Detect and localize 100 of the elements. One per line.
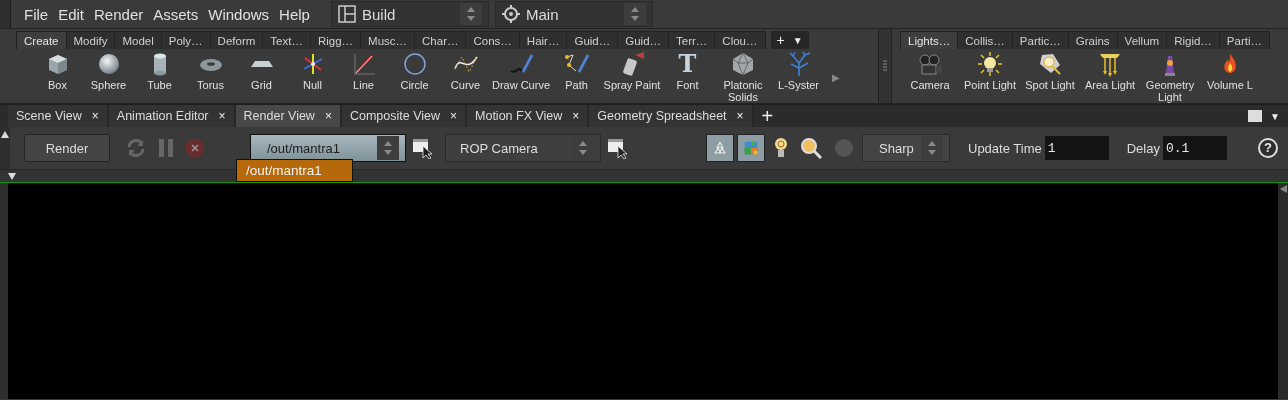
shelf-tab[interactable]: Terr… <box>668 31 716 49</box>
shelf-tab[interactable]: Char… <box>414 31 467 49</box>
toggle-button[interactable] <box>706 134 734 162</box>
close-button[interactable]: × <box>218 109 226 123</box>
light-bulb-icon <box>977 51 1003 77</box>
shelf-tool-button[interactable]: Null <box>287 51 338 91</box>
render-button[interactable]: Render <box>24 134 110 162</box>
shelf-tool-button[interactable]: L-Syster <box>773 51 824 91</box>
refresh-icon <box>126 138 146 158</box>
area-light-icon <box>1097 51 1123 77</box>
stepper-arrows-icon <box>384 141 392 155</box>
add-shelf-button[interactable]: + <box>776 32 785 48</box>
menu-item[interactable]: Windows <box>203 5 275 23</box>
shelf-tool-button[interactable]: Grid <box>236 51 287 91</box>
shelf-tab[interactable]: Lights… <box>900 31 959 49</box>
stepper-arrows-icon <box>928 141 936 155</box>
preview-dropdown[interactable]: Sharp <box>862 134 950 162</box>
circle-icon <box>401 51 428 77</box>
shelf-tool-button[interactable]: Line <box>338 51 389 91</box>
desktop-dropdown[interactable]: Build <box>330 1 489 27</box>
shelf-tool-button[interactable]: Geometry Light <box>1140 51 1200 103</box>
menu-item[interactable]: Edit <box>53 5 90 23</box>
shelf-tool-button[interactable]: T Font <box>662 51 713 91</box>
drag-handle-icon <box>882 60 888 72</box>
input-field[interactable]: 1 <box>1044 136 1109 160</box>
menu-item[interactable]: Assets <box>148 5 204 23</box>
drag-handle[interactable] <box>0 0 11 28</box>
shelf-tool-button[interactable]: Platonic Solids <box>713 51 773 103</box>
close-button[interactable]: × <box>572 109 580 123</box>
add-tab-button[interactable]: + <box>753 105 782 127</box>
expand-arrow-icon <box>8 172 16 180</box>
shelf-tool-button[interactable]: Volume L <box>1200 51 1260 91</box>
rop-dropdown[interactable]: /out/mantra1 <box>250 134 406 162</box>
context-dropdown[interactable]: Main <box>494 1 653 27</box>
close-button[interactable]: × <box>324 109 332 123</box>
shelf-tool-button[interactable]: Point Light <box>960 51 1020 91</box>
field-label: Delay <box>1126 140 1160 156</box>
stepper-arrows-icon <box>466 7 475 21</box>
camera-dropdown[interactable]: ROP Camera <box>445 134 601 162</box>
shelf-tool-button[interactable]: Area Light <box>1080 51 1140 91</box>
light-bulb-icon <box>774 137 788 159</box>
maximize-icon <box>1248 110 1263 122</box>
shelf-tab[interactable]: Parti… <box>1218 31 1270 49</box>
spotlight-icon <box>1037 51 1063 77</box>
shelf-tab[interactable]: Grains <box>1067 31 1118 49</box>
menu-item[interactable]: Help <box>274 5 315 23</box>
shelf-tool-button[interactable]: Draw Curve <box>491 51 551 91</box>
pane-tab[interactable]: Render View × <box>235 105 342 127</box>
shelf-tab[interactable]: Vellum <box>1116 31 1168 49</box>
menu-item[interactable]: File <box>19 5 54 23</box>
pane-tab[interactable]: Motion FX View × <box>467 105 590 127</box>
shelf-tool-button[interactable]: Tube <box>134 51 185 91</box>
close-button[interactable]: × <box>736 109 744 123</box>
shelf-tab[interactable]: Clou… <box>714 31 766 49</box>
shelf-tab[interactable]: Poly… <box>160 31 211 49</box>
shelf-tool-button[interactable]: Box <box>32 51 83 91</box>
shelf-tool-button[interactable]: Path <box>551 51 602 91</box>
shelf-tab[interactable]: Musc… <box>360 31 416 49</box>
shelf-tab[interactable]: Guid… <box>617 31 670 49</box>
shelf-tab[interactable]: Model <box>114 31 162 49</box>
shelf-tool-button[interactable]: Torus <box>185 51 236 91</box>
shelf-tool-button[interactable]: Spray Paint <box>602 51 662 91</box>
toggle-button[interactable] <box>737 134 765 162</box>
input-field[interactable]: 0.1 <box>1162 136 1227 160</box>
pick-icon <box>607 137 628 159</box>
shelf-tab[interactable]: Modify <box>65 31 116 49</box>
magnifier-icon <box>800 137 822 159</box>
stepper-arrows-icon <box>579 141 587 155</box>
shelf-tab[interactable]: Deform <box>209 31 264 49</box>
stepper-arrows-icon <box>630 7 639 21</box>
pane-tab[interactable]: Composite View × <box>341 105 467 127</box>
shelf-tab[interactable]: Cons… <box>465 31 520 49</box>
help-button[interactable]: ? <box>1258 138 1278 158</box>
pane-menu-button[interactable]: ▼ <box>1270 110 1280 122</box>
layout-icon <box>337 5 356 23</box>
scroll-arrow-icon <box>1279 185 1287 193</box>
shelf-tab[interactable]: Partic… <box>1011 31 1069 49</box>
close-button[interactable]: × <box>91 109 99 123</box>
shelf-tool-button[interactable]: Spot Light <box>1020 51 1080 91</box>
target-icon <box>501 5 520 23</box>
pick-icon <box>412 137 433 159</box>
close-button[interactable]: × <box>450 109 457 123</box>
pane-tab[interactable]: Scene View × <box>8 105 109 127</box>
shelf-tab[interactable]: Text… <box>262 31 311 49</box>
shelf-tool-button[interactable]: Circle <box>389 51 440 91</box>
shelf-tab[interactable]: Rigg… <box>309 31 362 49</box>
shelf-tab[interactable]: Collis… <box>957 31 1013 49</box>
shelf-tab[interactable]: Create <box>16 31 67 49</box>
shelf-tool-button[interactable]: Curve <box>440 51 491 91</box>
shelf-tool-button[interactable]: Camera <box>900 51 960 91</box>
shelf-tool-button[interactable]: Sphere <box>83 51 134 91</box>
shelf-tab[interactable]: Guid… <box>566 31 619 49</box>
pane-tab[interactable]: Animation Editor × <box>108 105 236 127</box>
menu-item[interactable]: Render <box>89 5 149 23</box>
dropdown-option[interactable]: /out/mantra1 <box>237 160 352 181</box>
pane-tab[interactable]: Geometry Spreadsheet × <box>589 105 754 127</box>
shelf-tab[interactable]: Hair… <box>518 31 568 49</box>
plane-icon <box>250 61 273 67</box>
shelf-tab[interactable]: Rigid… <box>1166 31 1220 49</box>
shelf-menu-button[interactable]: ▼ <box>792 34 803 46</box>
